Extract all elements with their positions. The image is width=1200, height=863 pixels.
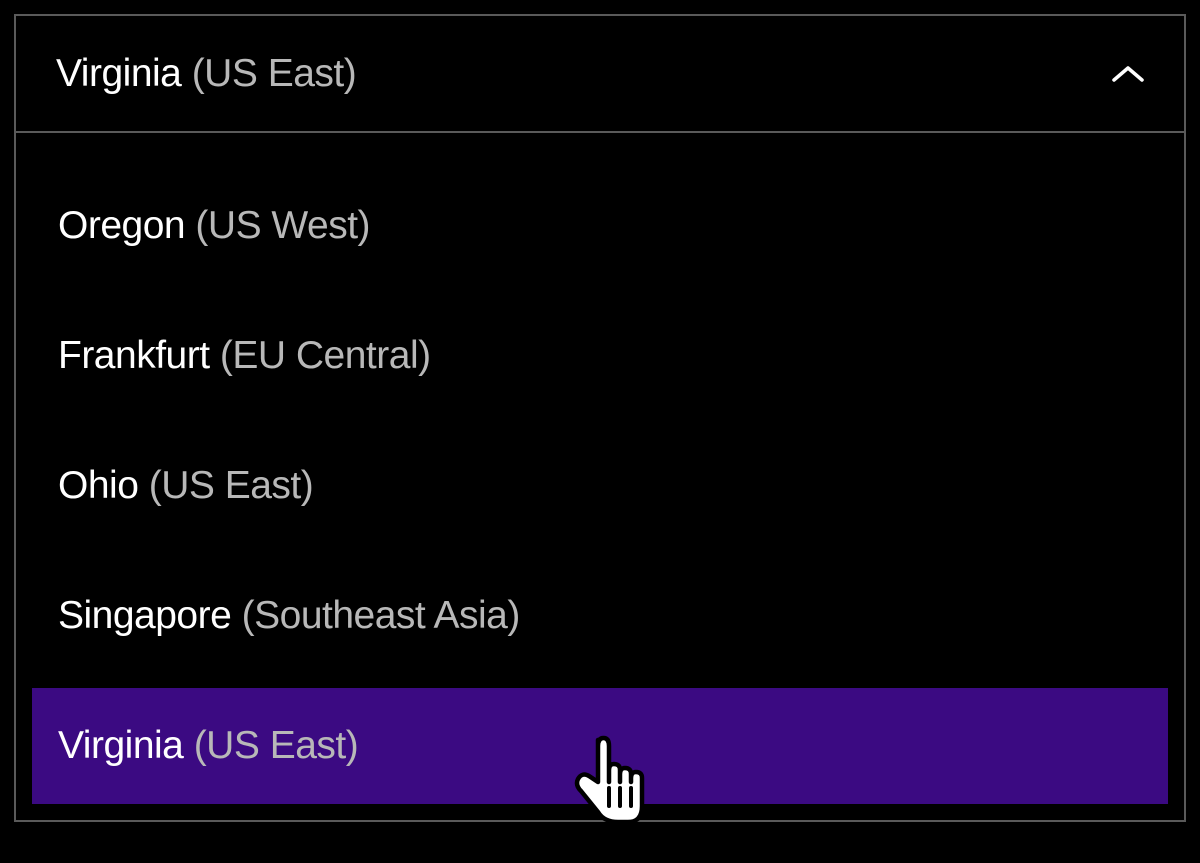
option-label: Singapore (Southeast Asia): [58, 594, 520, 638]
option-label: Virginia (US East): [58, 724, 358, 768]
region-dropdown: Virginia (US East) Oregon (US West) Fran…: [14, 14, 1186, 822]
option-primary: Ohio: [58, 464, 138, 507]
option-secondary: (US West): [185, 204, 370, 247]
dropdown-option-frankfurt[interactable]: Frankfurt (EU Central): [32, 298, 1168, 414]
option-secondary: (US East): [138, 464, 313, 507]
dropdown-list: Oregon (US West) Frankfurt (EU Central) …: [14, 133, 1186, 822]
dropdown-option-virginia[interactable]: Virginia (US East): [32, 688, 1168, 804]
option-secondary: (US East): [183, 724, 358, 767]
dropdown-header[interactable]: Virginia (US East): [14, 14, 1186, 133]
option-label: Ohio (US East): [58, 464, 313, 508]
dropdown-option-oregon[interactable]: Oregon (US West): [32, 168, 1168, 284]
chevron-up-icon: [1112, 65, 1144, 83]
option-label: Frankfurt (EU Central): [58, 334, 431, 378]
dropdown-option-ohio[interactable]: Ohio (US East): [32, 428, 1168, 544]
option-label: Oregon (US West): [58, 204, 370, 248]
option-primary: Virginia: [58, 724, 183, 767]
selected-value: Virginia (US East): [56, 52, 356, 96]
selected-secondary: (US East): [181, 52, 356, 95]
option-primary: Oregon: [58, 204, 185, 247]
option-secondary: (EU Central): [210, 334, 431, 377]
option-primary: Frankfurt: [58, 334, 210, 377]
dropdown-option-singapore[interactable]: Singapore (Southeast Asia): [32, 558, 1168, 674]
option-secondary: (Southeast Asia): [231, 594, 520, 637]
selected-primary: Virginia: [56, 52, 181, 95]
option-primary: Singapore: [58, 594, 231, 637]
